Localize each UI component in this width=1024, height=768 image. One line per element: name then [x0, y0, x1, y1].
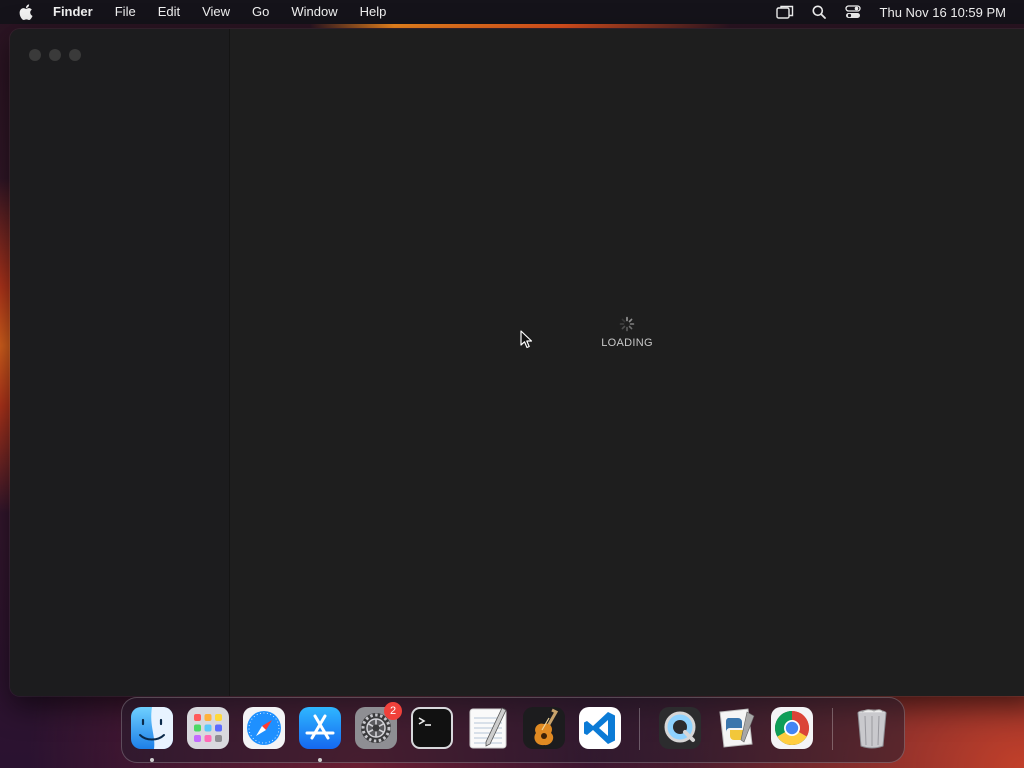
app-store-icon — [299, 707, 341, 749]
control-center-icon[interactable] — [844, 4, 862, 20]
dock-quicktime[interactable] — [658, 706, 702, 750]
finder-window — [10, 29, 1024, 696]
loading-label: LOADING — [601, 337, 653, 349]
launchpad-icon — [187, 707, 229, 749]
menu-window[interactable]: Window — [291, 0, 337, 24]
dock-separator — [639, 708, 640, 750]
textedit-icon — [469, 707, 507, 749]
finder-running-indicator — [150, 758, 154, 762]
zoom-button[interactable] — [69, 49, 81, 61]
apple-menu-icon[interactable] — [18, 0, 34, 24]
dock-terminal[interactable] — [410, 706, 454, 750]
system-settings-badge: 2 — [384, 702, 402, 720]
wallpaper-glow — [310, 24, 730, 28]
dock: 2 — [121, 697, 905, 763]
dock-system-settings[interactable]: 2 — [354, 702, 402, 750]
chrome-icon — [771, 707, 813, 749]
menu-bar: Finder File Edit View Go Window Help Thu… — [0, 0, 1024, 24]
menu-go[interactable]: Go — [252, 0, 269, 24]
menu-extras: Thu Nov 16 10:59 PM — [760, 0, 1006, 24]
python-launcher-icon — [719, 708, 755, 748]
menu-file[interactable]: File — [115, 0, 136, 24]
vscode-icon — [579, 707, 621, 749]
finder-icon — [131, 707, 173, 749]
mouse-cursor-icon — [520, 330, 533, 349]
loading-indicator: LOADING — [597, 316, 657, 349]
dock-separator-trash — [832, 708, 833, 750]
dock-vscode[interactable] — [578, 706, 622, 750]
dock-textedit[interactable] — [466, 706, 510, 750]
safari-icon — [243, 707, 285, 749]
screen-mirroring-icon[interactable] — [775, 4, 794, 20]
dock-trash[interactable] — [850, 706, 894, 750]
close-button[interactable] — [29, 49, 41, 61]
dock-chrome[interactable] — [770, 706, 814, 750]
dock-launchpad[interactable] — [186, 706, 230, 750]
menu-app-name[interactable]: Finder — [53, 0, 93, 24]
app-store-running-indicator — [318, 758, 322, 762]
menu-clock[interactable]: Thu Nov 16 10:59 PM — [880, 5, 1006, 20]
dock-finder[interactable] — [130, 706, 174, 750]
menu-view[interactable]: View — [202, 0, 230, 24]
spinner-icon — [619, 316, 635, 332]
garageband-icon — [523, 707, 565, 749]
dock-garageband[interactable] — [522, 706, 566, 750]
quicktime-icon — [659, 707, 701, 749]
menu-edit[interactable]: Edit — [158, 0, 180, 24]
dock-app-store[interactable] — [298, 706, 342, 750]
dock-safari[interactable] — [242, 706, 286, 750]
spotlight-search-icon[interactable] — [810, 4, 828, 20]
minimize-button[interactable] — [49, 49, 61, 61]
window-controls — [29, 49, 89, 61]
terminal-icon — [411, 707, 453, 749]
finder-content-area — [230, 29, 1024, 696]
menu-help[interactable]: Help — [360, 0, 387, 24]
finder-sidebar — [10, 29, 230, 696]
trash-icon — [857, 709, 887, 749]
dock-python-launcher[interactable] — [714, 706, 758, 750]
